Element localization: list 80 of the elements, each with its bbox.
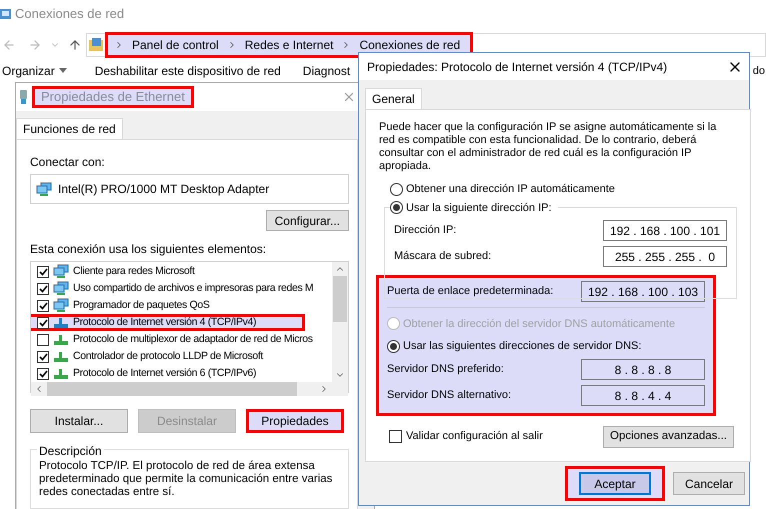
network-folder-icon <box>0 7 11 21</box>
intro-text: Puede hacer que la configuración IP se asigne automáticamente si la red es compatible con esta funcionalidad. De lo contrario, deberá consultar con el administrador de red cuál es la configuración IP apropiada. <box>379 121 718 173</box>
network-monitor-icon <box>53 298 69 313</box>
toolbar-item[interactable]: Diagnost <box>302 64 350 78</box>
ip-address-field[interactable]: 192 . 168 . 100 . 101 <box>603 220 727 241</box>
dialog-title: Propiedades: Protocolo de Internet versión 4 (TCP/IPv4) <box>367 58 668 76</box>
checkbox[interactable] <box>37 282 49 294</box>
item-label: Controlador de protocolo LLDP de Microsoft <box>73 348 263 364</box>
field-label: Dirección IP: <box>394 223 456 238</box>
item-label: Cliente para redes Microsoft <box>73 264 195 279</box>
field-label: Servidor DNS alternativo: <box>387 388 512 404</box>
list-item[interactable]: Controlador de protocolo LLDP de Microsoft <box>31 348 332 365</box>
item-label: Uso compartido de archivos e impresoras para redes M <box>73 280 314 296</box>
checkbox[interactable] <box>37 350 49 362</box>
window-title: Conexiones de red <box>15 5 124 24</box>
network-monitor-icon <box>53 281 69 296</box>
list-item[interactable]: Protocolo de multiplexor de adaptador de red de Micros <box>31 331 332 348</box>
toolbar-item[interactable]: Organizar <box>2 64 55 78</box>
radio-button[interactable] <box>387 340 400 353</box>
network-protocol-icon <box>53 350 69 362</box>
horizontal-scrollbar[interactable] <box>31 382 348 396</box>
field-label: Conectar con: <box>30 154 106 171</box>
item-label: Protocolo de Internet versión 4 (TCP/IPv4) <box>73 314 256 330</box>
field-label: Puerta de enlace predeterminada: <box>387 284 554 300</box>
network-protocol-icon <box>53 368 69 380</box>
scroll-thumb[interactable] <box>47 382 297 396</box>
field-label: Servidor DNS preferido: <box>387 362 504 378</box>
ip-address-field[interactable]: 192 . 168 . 100 . 103 <box>581 281 705 302</box>
radio-label: Usar la siguiente dirección IP: <box>406 200 552 216</box>
configure-button[interactable]: Configurar... <box>266 210 349 231</box>
checkbox[interactable] <box>37 266 49 278</box>
network-monitor-icon <box>53 264 69 279</box>
tab[interactable]: General <box>365 88 422 109</box>
ip-address-field[interactable]: 255 . 255 . 255 . 0 <box>603 246 727 267</box>
checkbox[interactable] <box>37 300 49 312</box>
list-item[interactable]: Uso compartido de archivos e impresoras para redes M <box>31 280 332 297</box>
caret-icon <box>58 66 67 74</box>
toolbar-item[interactable]: Deshabilitar este dispositivo de red <box>94 64 281 78</box>
network-protocol-icon <box>53 316 69 328</box>
dialog-title: Propiedades de Ethernet <box>32 86 194 108</box>
item-label: Programador de paquetes QoS <box>73 298 210 313</box>
radio-button[interactable] <box>390 182 403 196</box>
description-text: Protocolo TCP/IP. El protocolo de red de área extensa predeterminado que permite la comunicación entre varias redes conectadas entre sí. <box>39 460 334 499</box>
field-label: Esta conexión usa los siguientes elementos: <box>30 241 268 258</box>
item-label: Protocolo de Internet versión 6 (TCP/IPv6) <box>73 366 256 381</box>
network-folder-icon <box>89 37 103 53</box>
dialog-button[interactable]: Instalar... <box>30 409 128 433</box>
ip-address-field[interactable]: 8 . 8 . 4 . 4 <box>581 385 705 406</box>
list-item[interactable]: Programador de paquetes QoS <box>31 297 332 314</box>
checkbox[interactable] <box>37 334 49 346</box>
dialog-button[interactable]: Aceptar <box>579 472 651 495</box>
checkbox[interactable] <box>37 368 49 380</box>
checkbox[interactable] <box>37 316 49 328</box>
tab[interactable]: Funciones de red <box>16 118 123 139</box>
breadcrumb-item[interactable]: Panel de control <box>132 36 219 54</box>
vertical-scrollbar[interactable] <box>332 262 348 382</box>
checkbox[interactable] <box>389 430 402 443</box>
list-item[interactable]: Protocolo de Internet versión 6 (TCP/IPv6) <box>31 365 332 382</box>
radio-button[interactable] <box>390 201 403 214</box>
network-monitor-icon <box>36 182 52 196</box>
up-arrow-icon[interactable] <box>68 38 82 52</box>
field-label: Máscara de subred: <box>394 249 492 264</box>
ethernet-plug-icon <box>19 89 28 105</box>
network-protocol-icon <box>53 334 69 346</box>
toolbar-item[interactable]: do <box>752 64 766 78</box>
ip-address-field[interactable]: 8 . 8 . 8 . 8 <box>581 359 705 380</box>
advanced-options-button[interactable]: Opciones avanzadas... <box>603 426 734 448</box>
scroll-thumb[interactable] <box>333 276 347 322</box>
checkbox-label: Validar configuración al salir <box>406 429 543 444</box>
breadcrumb-item[interactable]: Conexiones de red <box>359 36 460 54</box>
adapter-name: Intel(R) PRO/1000 MT Desktop Adapter <box>58 181 270 198</box>
radio-label: Obtener una dirección IP automáticamente <box>406 182 615 197</box>
radio-label: Obtener la dirección del servidor DNS automáticamente <box>403 316 676 332</box>
dialog-button[interactable]: Cancelar <box>673 472 745 495</box>
list-item[interactable]: Cliente para redes Microsoft <box>31 263 332 280</box>
dialog-button[interactable]: Propiedades <box>246 409 344 433</box>
radio-label: Usar las siguientes direcciones de servidor DNS: <box>403 339 642 354</box>
item-label: Protocolo de multiplexor de adaptador de red de Micros <box>73 332 313 347</box>
list-item[interactable]: Protocolo de Internet versión 4 (TCP/IPv4) <box>31 314 305 331</box>
breadcrumb-item[interactable]: Redes e Internet <box>244 36 334 54</box>
